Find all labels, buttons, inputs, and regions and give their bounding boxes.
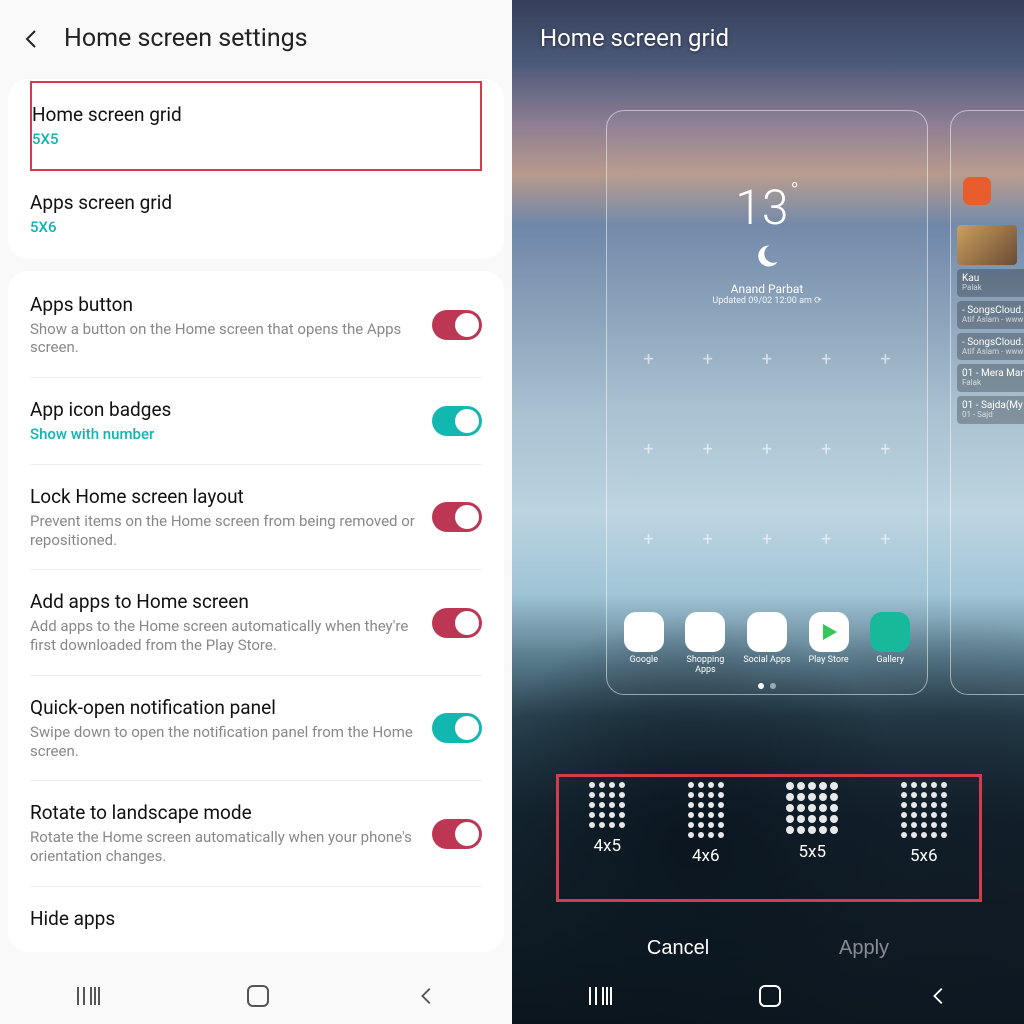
grid-slot-row: +++++: [607, 531, 927, 549]
add-apps-toggle[interactable]: [432, 608, 482, 638]
music-row: 01 - Sajda(My01 - Sajd: [957, 396, 1024, 424]
lock-layout-row[interactable]: Lock Home screen layout Prevent items on…: [30, 465, 482, 571]
recents-icon[interactable]: [586, 985, 612, 1007]
app-icon-badges-toggle[interactable]: [432, 406, 482, 436]
grid-slot-row: +++++: [607, 441, 927, 459]
grid-settings-card: Home screen grid 5X5 Apps screen grid 5X…: [8, 79, 504, 259]
row-value: 5X6: [30, 218, 466, 237]
back-icon[interactable]: [20, 27, 44, 51]
grid-option-5x6[interactable]: 5x6: [901, 782, 947, 866]
row-title: Apps screen grid: [30, 191, 466, 214]
nav-bar: [512, 968, 1024, 1024]
page-indicator: [607, 681, 927, 692]
back-nav-icon[interactable]: [928, 985, 950, 1007]
apply-button[interactable]: Apply: [839, 937, 889, 960]
grid-option-4x5[interactable]: 4x5: [589, 782, 625, 866]
home-preview-secondary[interactable]: KauPalak - SongsCloud.Atif Aslam - www -…: [950, 110, 1024, 695]
rotate-landscape-row[interactable]: Rotate to landscape mode Rotate the Home…: [30, 781, 482, 887]
music-row: - SongsCloud.Atif Aslam - www: [957, 301, 1024, 329]
home-preview[interactable]: 13° Anand Parbat Updated 09/02 12:00 am …: [606, 110, 928, 695]
recents-icon[interactable]: [74, 985, 100, 1007]
cancel-button[interactable]: Cancel: [647, 937, 709, 960]
apps-button-toggle[interactable]: [432, 310, 482, 340]
flipboard-icon: [963, 177, 991, 205]
grid-option-4x6[interactable]: 4x6: [688, 782, 724, 866]
action-bar: Cancel Apply: [512, 937, 1024, 960]
rotate-landscape-toggle[interactable]: [432, 819, 482, 849]
quick-open-row[interactable]: Quick-open notification panel Swipe down…: [30, 676, 482, 782]
dock-shopping[interactable]: Shopping Apps: [678, 612, 732, 676]
quick-open-toggle[interactable]: [432, 713, 482, 743]
grid-picker: 4x5 4x6 5x5: [512, 782, 1024, 866]
nav-bar: [0, 968, 512, 1024]
back-nav-icon[interactable]: [416, 985, 438, 1007]
grid-slot-row: +++++: [607, 351, 927, 369]
moon-icon: [753, 242, 781, 270]
weather-widget: 13° Anand Parbat Updated 09/02 12:00 am …: [617, 179, 917, 306]
music-row: - SongsCloud.Atif Aslam - www: [957, 333, 1024, 361]
hide-apps-row[interactable]: Hide apps: [30, 887, 482, 950]
dock-google[interactable]: Google: [617, 612, 671, 676]
music-row: KauPalak: [957, 269, 1024, 297]
lock-layout-toggle[interactable]: [432, 502, 482, 532]
apps-screen-grid-row[interactable]: Apps screen grid 5X6: [30, 171, 482, 257]
home-icon[interactable]: [759, 985, 781, 1007]
options-card: Apps button Show a button on the Home sc…: [8, 271, 504, 952]
music-cover: [957, 225, 1017, 265]
home-icon[interactable]: [247, 985, 269, 1007]
dock-social[interactable]: Social Apps: [740, 612, 794, 676]
music-row: 01 - Mera ManFalak: [957, 364, 1024, 392]
page-title: Home screen grid: [512, 0, 1024, 62]
apps-button-row[interactable]: Apps button Show a button on the Home sc…: [30, 273, 482, 379]
app-icon-badges-row[interactable]: App icon badges Show with number: [30, 378, 482, 465]
dock-gallery[interactable]: Gallery: [863, 612, 917, 676]
page-title: Home screen settings: [64, 24, 308, 53]
dock-play-store[interactable]: Play Store: [802, 612, 856, 676]
grid-picker-panel: Home screen grid 13° Anand Parbat Update…: [512, 0, 1024, 1024]
add-apps-row[interactable]: Add apps to Home screen Add apps to the …: [30, 570, 482, 676]
settings-header: Home screen settings: [0, 0, 512, 73]
settings-panel: Home screen settings Home screen grid 5X…: [0, 0, 512, 1024]
grid-option-5x5[interactable]: 5x5: [786, 782, 838, 866]
row-title: Home screen grid: [32, 103, 464, 126]
home-screen-grid-row[interactable]: Home screen grid 5X5: [30, 81, 482, 171]
row-value: 5X5: [32, 130, 464, 149]
dock: Google Shopping Apps Social Apps Play St…: [607, 612, 927, 676]
